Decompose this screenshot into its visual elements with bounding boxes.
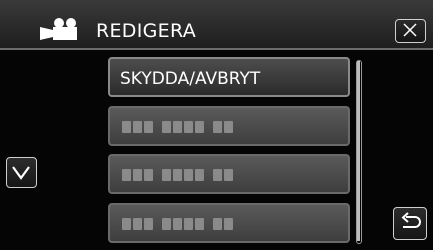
menu-item-label: SKYDDA/AVBRYT (120, 69, 261, 89)
blurred-label-placeholder (122, 218, 239, 230)
scrollbar-thumb[interactable] (357, 61, 360, 241)
edit-menu-screen: REDIGERA SKYDDA/AVBRYT (0, 0, 433, 250)
menu-header: REDIGERA (0, 0, 433, 50)
movie-camera-icon (38, 17, 88, 41)
back-button[interactable] (393, 207, 427, 240)
blurred-label-placeholder (122, 169, 239, 181)
menu-item-protect-cancel[interactable]: SKYDDA/AVBRYT (108, 57, 350, 97)
close-button[interactable] (395, 19, 426, 43)
menu-item-disabled[interactable] (108, 203, 350, 243)
return-arrow-icon (401, 212, 421, 228)
page-title: REDIGERA (96, 20, 196, 42)
close-icon (403, 23, 417, 37)
menu-item-disabled[interactable] (108, 154, 350, 194)
blurred-label-placeholder (122, 121, 239, 133)
menu-item-disabled[interactable] (108, 106, 350, 146)
scrollbar[interactable] (356, 60, 362, 244)
scroll-down-button[interactable] (6, 157, 37, 188)
chevron-down-icon (12, 166, 30, 180)
